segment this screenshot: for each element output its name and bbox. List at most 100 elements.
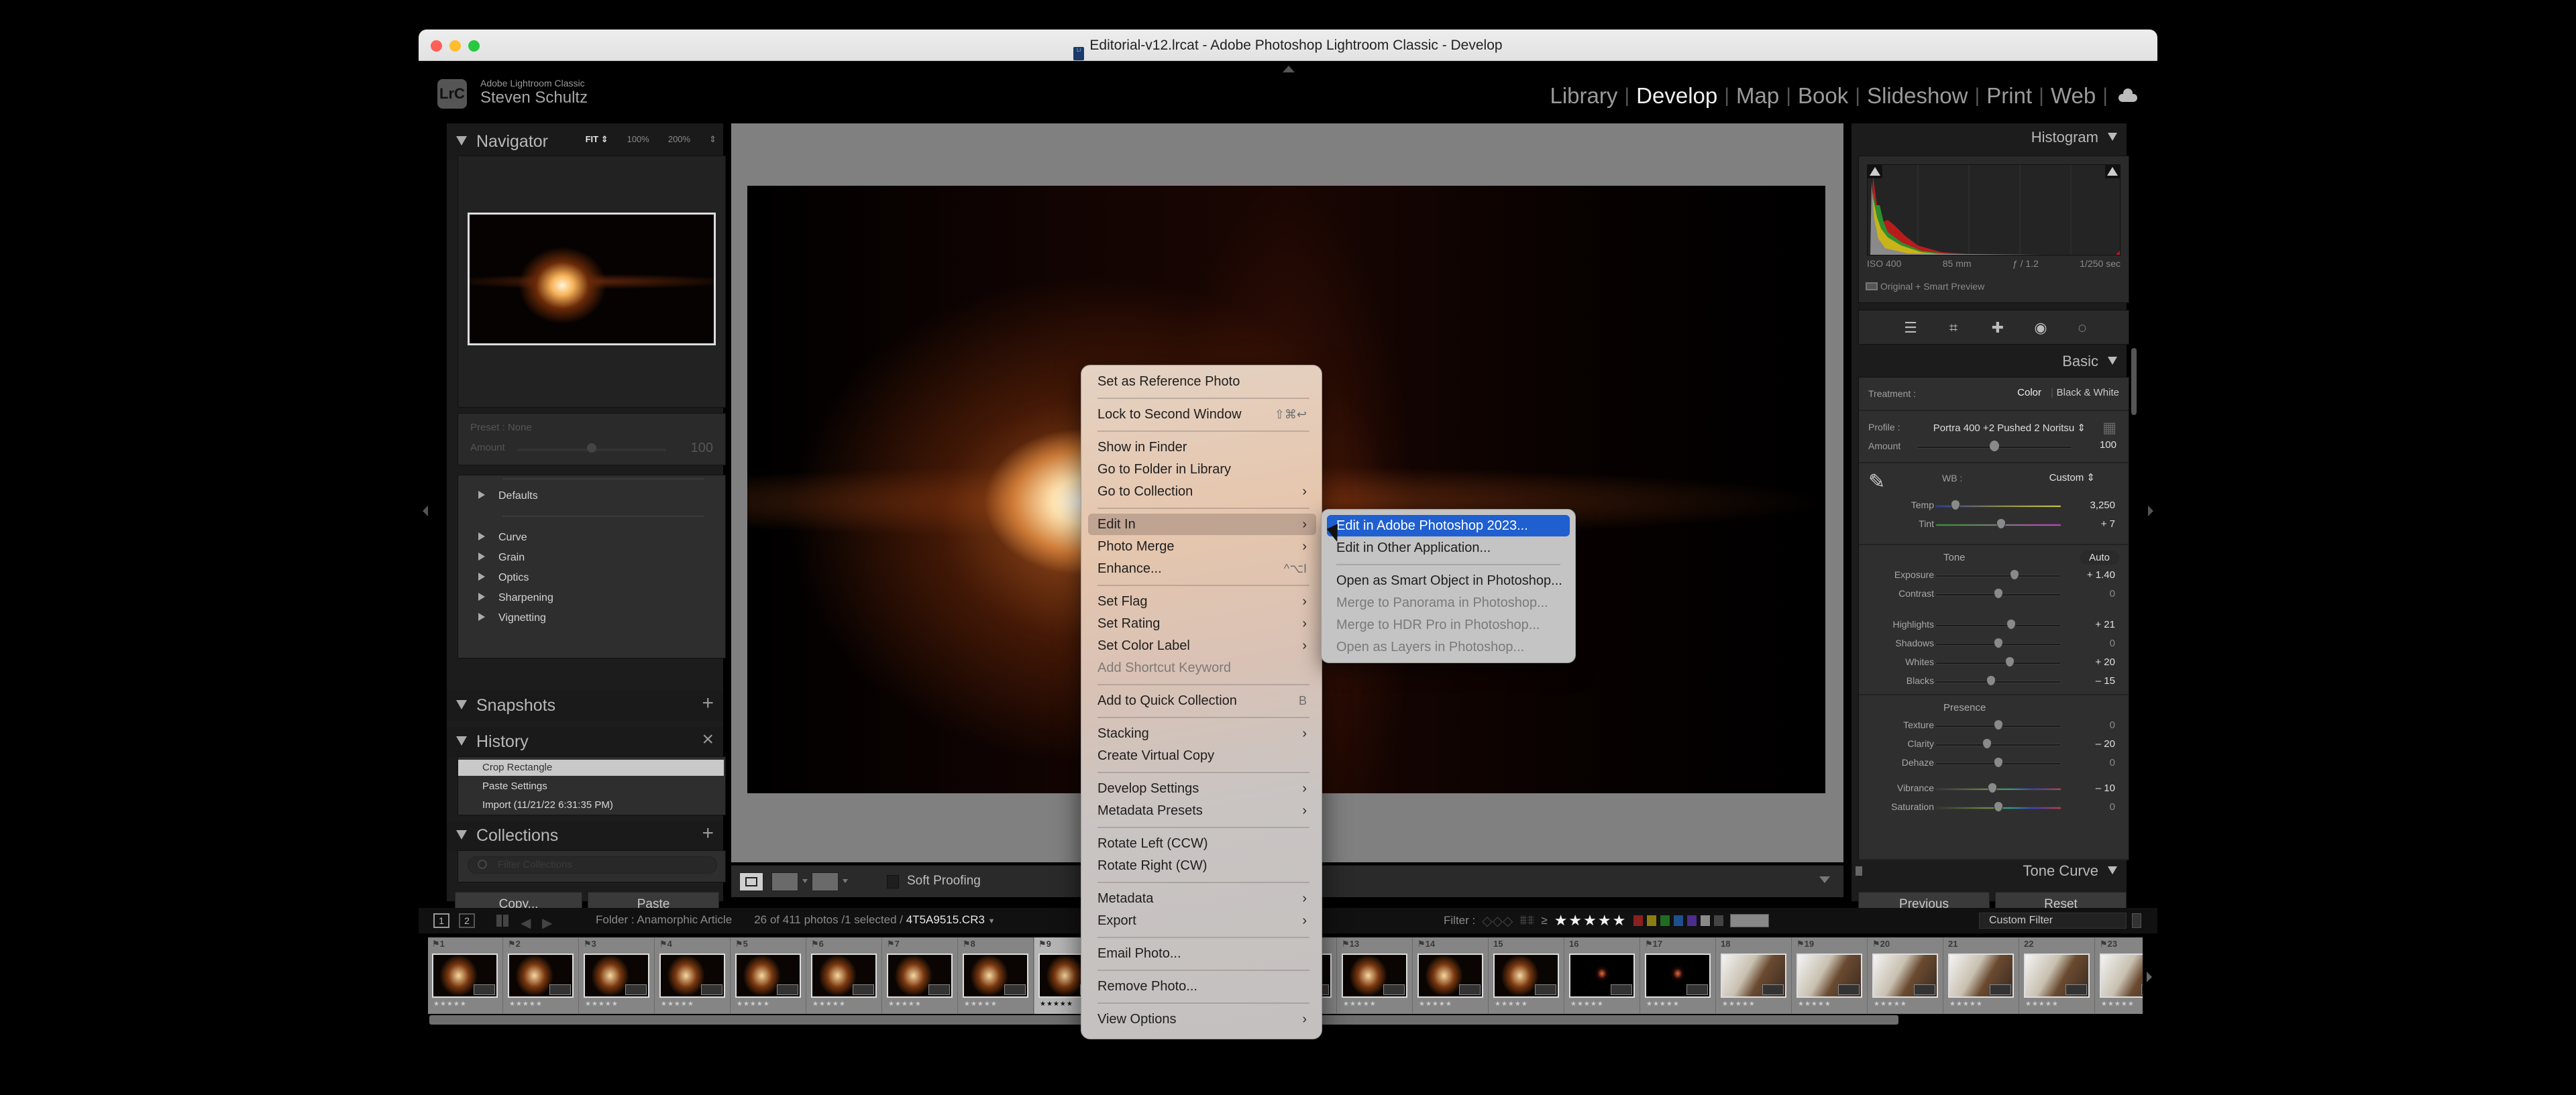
navigator-zoom-100[interactable]: 100% (627, 134, 649, 145)
photo-thumbnail[interactable] (1569, 954, 1635, 998)
rating-filter-stars[interactable]: ★★★★★ (1554, 912, 1627, 929)
menu-item-go-to-folder-in-library[interactable]: Go to Folder in Library (1088, 459, 1316, 480)
filmstrip-cell[interactable]: ⚑20 ★★★★★ (1868, 937, 1943, 1014)
history-step[interactable]: Paste Settings (458, 779, 724, 795)
slider-temp[interactable]: Temp 3,250 (1859, 497, 2129, 516)
menu-item-remove-photo[interactable]: Remove Photo... (1088, 976, 1316, 997)
photo-thumbnail[interactable] (887, 954, 953, 998)
texture-knob[interactable] (1994, 719, 2003, 730)
preset-folder[interactable]: Grain (478, 552, 525, 564)
edit-sliders-icon[interactable]: ☰ (1902, 320, 1919, 336)
menu-item-go-to-collection[interactable]: Go to Collection › (1088, 481, 1316, 502)
back-arrow-icon[interactable]: ◀ (521, 915, 531, 931)
filmstrip-cell[interactable]: 15 ★★★★★ (1489, 937, 1564, 1014)
loupe-view-button[interactable] (739, 872, 763, 891)
filmstrip-cell[interactable]: 22 ★★★★★ (2020, 937, 2095, 1014)
slider-clarity[interactable]: Clarity – 20 (1859, 736, 2129, 754)
filmstrip-cell[interactable]: 18 ★★★★★ (1717, 937, 1792, 1014)
clear-history-button[interactable]: × (702, 728, 714, 751)
grid-view-icon[interactable] (496, 915, 508, 927)
search-icon[interactable] (478, 860, 487, 869)
photo-thumbnail[interactable] (1721, 954, 1786, 998)
whites-knob[interactable] (2004, 656, 2015, 667)
treatment-color[interactable]: Color (2017, 387, 2041, 398)
navigator-preview[interactable] (458, 156, 726, 408)
secondary-window-button[interactable]: 2 (459, 913, 475, 928)
slider-shadows[interactable]: Shadows 0 (1859, 635, 2129, 654)
filmstrip-cell[interactable]: ⚑8 ★★★★★ (959, 937, 1034, 1014)
menu-item-stacking[interactable]: Stacking › (1088, 723, 1316, 744)
color-label-filter[interactable] (1633, 915, 1644, 926)
saturation-knob[interactable] (1994, 801, 2003, 812)
menu-item-edit-in[interactable]: Edit In › (1088, 514, 1316, 535)
photo-thumbnail[interactable] (584, 954, 649, 998)
slider-highlights[interactable]: Highlights + 21 (1859, 616, 2129, 635)
soft-proofing-checkbox[interactable] (887, 875, 899, 888)
custom-filter-dropdown[interactable]: Custom Filter (1979, 913, 2127, 929)
menu-item-edit-in-adobe-photoshop-2023[interactable]: Edit in Adobe Photoshop 2023... (1327, 515, 1570, 536)
clarity-knob[interactable] (1982, 738, 1992, 749)
photo-thumbnail[interactable] (1342, 954, 1407, 998)
filmstrip-cell[interactable]: ⚑13 ★★★★★ (1338, 937, 1413, 1014)
before-after-dropdown-icon[interactable] (802, 879, 808, 883)
photo-thumbnail[interactable] (735, 954, 801, 998)
forward-arrow-icon[interactable]: ▶ (542, 915, 552, 931)
menu-item-set-flag[interactable]: Set Flag › (1088, 591, 1316, 612)
color-label-filter[interactable] (1687, 915, 1697, 926)
filmstrip-cell[interactable]: ⚑23 ★★★★★ (2096, 937, 2143, 1014)
menu-item-open-as-smart-object-in-photoshop[interactable]: Open as Smart Object in Photoshop... (1327, 570, 1570, 591)
tint-knob[interactable] (1996, 518, 2006, 529)
photo-thumbnail[interactable] (659, 954, 725, 998)
menu-item-set-color-label[interactable]: Set Color Label › (1088, 635, 1316, 656)
highlights-track[interactable] (1935, 624, 2061, 627)
module-book[interactable]: Book (1798, 83, 1848, 109)
collapse-left-panel-icon[interactable] (423, 506, 428, 516)
red-eye-icon[interactable]: ◉ (2032, 320, 2049, 336)
color-label-filter[interactable] (1701, 915, 1711, 926)
menu-item-rotate-left-ccw[interactable]: Rotate Left (CCW) (1088, 833, 1316, 854)
module-library[interactable]: Library (1550, 83, 1618, 109)
color-label-filter[interactable] (1660, 915, 1670, 926)
healing-icon[interactable]: ✚ (1989, 320, 2006, 336)
photo-thumbnail[interactable] (2100, 954, 2143, 998)
auto-tone-button[interactable]: Auto (2080, 551, 2119, 565)
navigator-header[interactable]: Navigator FIT ⇕ 100% 200% ⇕ (447, 123, 723, 160)
photo-thumbnail[interactable] (508, 954, 574, 998)
filmstrip-source-info[interactable]: Folder : Anamorphic Article 26 of 411 ph… (596, 913, 996, 927)
slider-tint[interactable]: Tint + 7 (1859, 516, 2129, 534)
module-develop[interactable]: Develop (1636, 83, 1717, 109)
toolbar-options-icon[interactable] (1819, 876, 1830, 883)
module-map[interactable]: Map (1736, 83, 1779, 109)
histogram-graph[interactable] (1867, 164, 2121, 255)
profile-browser-icon[interactable]: ▦ (2102, 419, 2116, 437)
filmstrip-cell[interactable]: ⚑17 ★★★★★ (1641, 937, 1716, 1014)
highlight-clipping-indicator[interactable] (2105, 165, 2120, 178)
source-label[interactable]: Folder : Anamorphic Article (596, 913, 732, 926)
history-header[interactable]: History × (447, 727, 723, 758)
flag-filter-icons[interactable]: ◇◇◇ (1482, 913, 1513, 929)
slider-texture[interactable]: Texture 0 (1859, 717, 2129, 736)
dehaze-knob[interactable] (1994, 757, 2003, 768)
menu-item-metadata[interactable]: Metadata › (1088, 888, 1316, 909)
navigator-zoom-200[interactable]: 200% (668, 134, 690, 145)
filmstrip-cell[interactable]: ⚑3 ★★★★★ (580, 937, 655, 1014)
slider-vibrance[interactable]: Vibrance – 10 (1859, 780, 2129, 799)
menu-item-metadata-presets[interactable]: Metadata Presets › (1088, 800, 1316, 821)
filmstrip-cell[interactable]: ⚑1 ★★★★★ (428, 937, 503, 1014)
photo-thumbnail[interactable] (811, 954, 877, 998)
menu-item-export[interactable]: Export › (1088, 910, 1316, 931)
collections-header[interactable]: Collections + (447, 821, 723, 852)
add-collection-button[interactable]: + (702, 822, 714, 845)
right-panel-scrollbar[interactable] (2131, 348, 2137, 415)
photo-thumbnail[interactable] (1796, 954, 1862, 998)
filmstrip-cell[interactable]: ⚑7 ★★★★★ (883, 937, 958, 1014)
menu-item-view-options[interactable]: View Options › (1088, 1008, 1316, 1030)
slider-blacks[interactable]: Blacks – 15 (1859, 673, 2129, 691)
filmstrip-cell[interactable]: 21 ★★★★★ (1944, 937, 2019, 1014)
photo-thumbnail[interactable] (2024, 954, 2090, 998)
filter-lock-icon[interactable] (2132, 913, 2141, 928)
shadows-knob[interactable] (1994, 638, 2003, 648)
filmstrip-cell[interactable]: ⚑6 ★★★★★ (807, 937, 882, 1014)
snapshots-header[interactable]: Snapshots + (447, 691, 723, 722)
color-label-filter[interactable] (1674, 915, 1684, 926)
